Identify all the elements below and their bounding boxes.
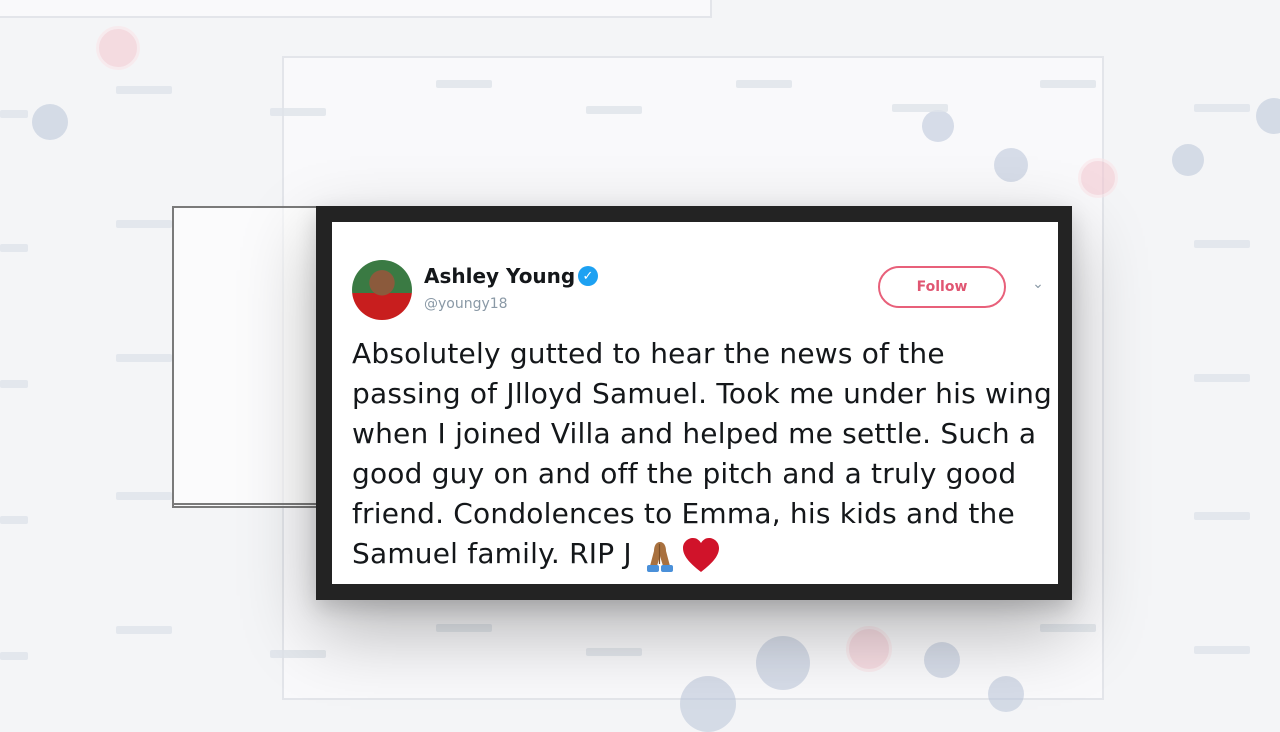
follow-button[interactable]: Follow bbox=[878, 266, 1006, 308]
background-label bbox=[0, 110, 28, 118]
background-label bbox=[0, 652, 28, 660]
background-label bbox=[1194, 240, 1250, 248]
share-icon bbox=[924, 642, 960, 678]
background-label bbox=[0, 244, 28, 252]
background-label bbox=[1194, 646, 1250, 654]
author-handle[interactable]: @youngy18 bbox=[424, 296, 508, 312]
tweet-emoji bbox=[640, 535, 722, 576]
share-icon bbox=[922, 110, 954, 142]
background-label bbox=[116, 220, 172, 228]
background-label bbox=[1194, 512, 1250, 520]
background-label bbox=[1040, 80, 1096, 88]
pray-icon bbox=[646, 541, 673, 572]
background-label bbox=[586, 648, 642, 656]
verified-badge-icon: ✓ bbox=[578, 266, 598, 286]
background-frame bbox=[0, 0, 712, 18]
tweet-card: Ashley Young ✓ @youngy18 Follow ⌄ Absolu… bbox=[332, 222, 1058, 584]
background-label bbox=[1040, 624, 1096, 632]
wrench-icon bbox=[1256, 98, 1280, 134]
background-label bbox=[116, 626, 172, 634]
background-label bbox=[270, 108, 326, 116]
author-name[interactable]: Ashley Young bbox=[424, 264, 575, 288]
chevron-down-icon[interactable]: ⌄ bbox=[1030, 276, 1046, 292]
background-label bbox=[436, 80, 492, 88]
tweet-body: Absolutely gutted to hear the news of th… bbox=[352, 334, 1052, 576]
cloud-icon bbox=[756, 636, 810, 690]
heart-icon bbox=[682, 537, 719, 572]
background-label bbox=[116, 86, 172, 94]
cloud-icon bbox=[988, 676, 1024, 712]
share-icon bbox=[994, 148, 1028, 182]
background-panel bbox=[172, 206, 334, 508]
instagram-icon bbox=[96, 26, 140, 70]
background-label bbox=[116, 492, 172, 500]
background-label bbox=[0, 516, 28, 524]
background-label bbox=[270, 650, 326, 658]
background-label bbox=[892, 104, 948, 112]
wrench-icon bbox=[680, 676, 736, 732]
background-label bbox=[116, 354, 172, 362]
tweet-screenshot-frame: Ashley Young ✓ @youngy18 Follow ⌄ Absolu… bbox=[316, 206, 1072, 600]
instagram-icon bbox=[846, 626, 892, 672]
background-label bbox=[586, 106, 642, 114]
wrench-icon bbox=[32, 104, 68, 140]
background-label bbox=[1194, 104, 1250, 112]
background-label bbox=[736, 80, 792, 88]
instagram-icon bbox=[1078, 158, 1118, 198]
background-label bbox=[436, 624, 492, 632]
background-label bbox=[1194, 374, 1250, 382]
avatar[interactable] bbox=[352, 260, 412, 320]
divider-line bbox=[172, 503, 322, 505]
background-label bbox=[0, 380, 28, 388]
cloud-icon bbox=[1172, 144, 1204, 176]
